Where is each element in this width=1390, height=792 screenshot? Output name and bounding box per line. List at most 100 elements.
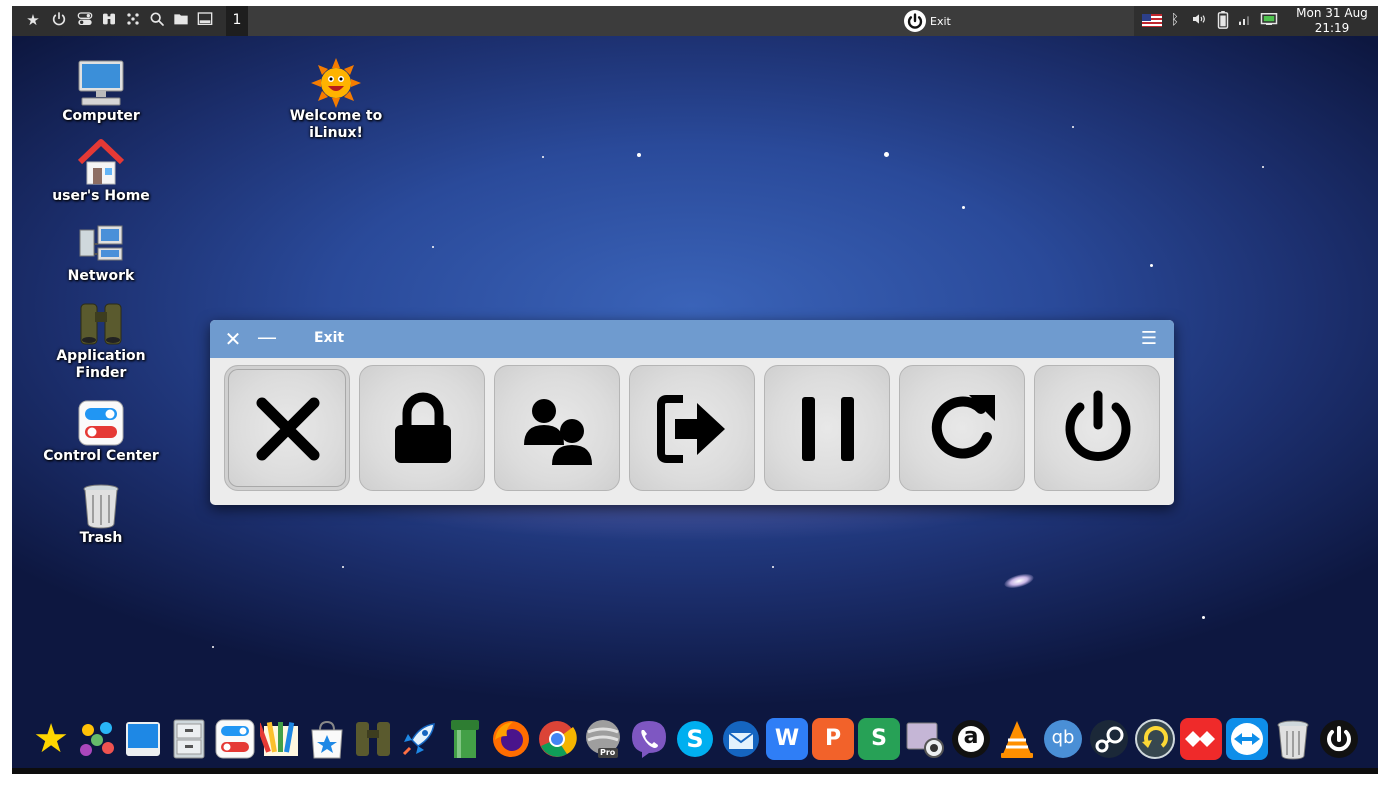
task-label: Exit: [930, 14, 951, 28]
color-palette-icon[interactable]: [255, 718, 302, 760]
clock-date: Mon 31 Aug: [1296, 6, 1368, 20]
signal-icon[interactable]: [1236, 11, 1254, 29]
volume-icon[interactable]: [1190, 11, 1208, 29]
sun-icon: [311, 58, 361, 108]
star-dot: [212, 646, 214, 648]
apps-grid-icon[interactable]: [124, 11, 142, 29]
desktop-icon-label: Welcome to iLinux!: [289, 108, 383, 141]
google-earth-pro-icon[interactable]: Pro: [582, 718, 624, 760]
desktop-icon-label: Network: [67, 268, 135, 284]
star-dot: [1150, 264, 1153, 267]
star-dot: [772, 566, 774, 568]
skype-label: S: [686, 725, 704, 753]
steam-icon[interactable]: [1088, 718, 1130, 760]
google-earth-pro-label: Pro: [600, 748, 616, 757]
clock-time: 21:19: [1314, 21, 1350, 35]
search-icon[interactable]: [148, 11, 166, 29]
logout-button[interactable]: [629, 365, 755, 491]
rocket-icon[interactable]: [398, 718, 440, 760]
close-icon[interactable]: ✕: [222, 328, 244, 350]
thunderbird-icon[interactable]: [720, 718, 762, 760]
computer-icon: [76, 58, 126, 108]
show-desktop-icon[interactable]: [196, 11, 214, 29]
viber-icon[interactable]: [628, 718, 670, 760]
restart-button[interactable]: [899, 365, 1025, 491]
network-icon[interactable]: [1260, 11, 1278, 29]
shutdown-button[interactable]: [1034, 365, 1160, 491]
toggle-icon[interactable]: [76, 11, 94, 29]
power-icon: [904, 10, 926, 32]
suspend-button[interactable]: [764, 365, 890, 491]
folder-icon[interactable]: [172, 11, 190, 29]
trash-icon[interactable]: [1272, 718, 1314, 760]
desktop-icon-application-finder[interactable]: Application Finder: [36, 298, 166, 382]
suspend-icon: [802, 397, 854, 461]
bluetooth-icon[interactable]: ᛒ: [1166, 11, 1184, 29]
firefox-icon[interactable]: [490, 718, 532, 760]
desktop-icon-home[interactable]: user's Home: [36, 138, 166, 205]
file-cabinet-icon[interactable]: [168, 718, 210, 760]
control-center-icon[interactable]: [214, 718, 256, 760]
amazon-icon[interactable]: a: [950, 718, 992, 760]
cancel-x-icon: [256, 397, 320, 461]
desktop-icon-network[interactable]: Network: [36, 218, 166, 285]
desktop-icon-label: Control Center: [43, 448, 159, 464]
qbittorrent-label: qb: [1051, 727, 1075, 748]
desktop-icon-label: Computer: [62, 108, 140, 124]
bottom-strip: [12, 768, 1378, 774]
battery-icon[interactable]: [1214, 11, 1232, 29]
desktop-icon-trash[interactable]: Trash: [36, 480, 166, 547]
power-icon[interactable]: [50, 11, 68, 29]
workspace-switcher[interactable]: 1: [226, 6, 248, 36]
dock: ★ Pro S W P S a qb: [12, 712, 1378, 768]
shutdown-icon: [1065, 390, 1131, 461]
switch-user-button[interactable]: [494, 365, 620, 491]
binoculars-icon[interactable]: [352, 718, 394, 760]
desktop-icon[interactable]: [122, 718, 164, 760]
anydesk-icon[interactable]: [1180, 718, 1222, 760]
vlc-icon[interactable]: [996, 718, 1038, 760]
star-dot: [962, 206, 965, 209]
desktop-icon-computer[interactable]: Computer: [36, 58, 166, 125]
skype-icon[interactable]: S: [674, 718, 716, 760]
desktop-icon-control-center[interactable]: Control Center: [36, 398, 166, 465]
apps-grid-icon[interactable]: [76, 718, 118, 760]
clock[interactable]: Mon 31 Aug 21:19: [1292, 6, 1372, 36]
wps-writer-icon[interactable]: W: [766, 718, 808, 760]
logout-icon: [657, 395, 725, 463]
wps-presentation-icon[interactable]: P: [812, 718, 854, 760]
desktop-icon-welcome[interactable]: Welcome to iLinux!: [271, 58, 401, 142]
green-pipe-icon[interactable]: [444, 718, 486, 760]
star-icon[interactable]: ★: [24, 11, 42, 29]
star-dot: [542, 156, 544, 158]
star-dot: [342, 566, 344, 568]
menu-icon[interactable]: ☰: [1138, 328, 1160, 350]
cancel-button[interactable]: [224, 365, 350, 491]
dialog-title: Exit: [314, 330, 345, 346]
timeshift-icon[interactable]: [1134, 718, 1176, 760]
desktop: ★ 1 Exit ᛒ Mon 31 Aug 21:19 Computer use…: [12, 6, 1378, 774]
lock-button[interactable]: [359, 365, 485, 491]
binoculars-icon[interactable]: [100, 11, 118, 29]
wps-spreadsheet-icon[interactable]: S: [858, 718, 900, 760]
star-dot: [432, 246, 434, 248]
system-tray: ᛒ: [1136, 6, 1292, 36]
switch-user-icon: [524, 399, 592, 465]
exit-dialog: ✕ — Exit ☰: [210, 320, 1174, 505]
power-icon[interactable]: [1318, 718, 1360, 760]
taskbar: Exit: [248, 6, 1134, 36]
qbittorrent-icon[interactable]: qb: [1042, 718, 1084, 760]
star-icon[interactable]: ★: [30, 718, 72, 760]
teamviewer-icon[interactable]: [1226, 718, 1268, 760]
desktop-icon-label: user's Home: [52, 188, 150, 204]
amazon-label: a: [963, 724, 979, 749]
minimize-icon[interactable]: —: [256, 327, 278, 350]
star-dot: [1262, 166, 1264, 168]
webcam-icon[interactable]: [904, 718, 946, 760]
us-flag-icon[interactable]: [1142, 14, 1162, 27]
trash-icon: [76, 480, 126, 530]
chrome-icon[interactable]: [536, 718, 578, 760]
task-button-exit[interactable]: Exit: [904, 9, 951, 33]
app-store-icon[interactable]: [306, 718, 348, 760]
dialog-titlebar[interactable]: ✕ — Exit ☰: [210, 320, 1174, 358]
